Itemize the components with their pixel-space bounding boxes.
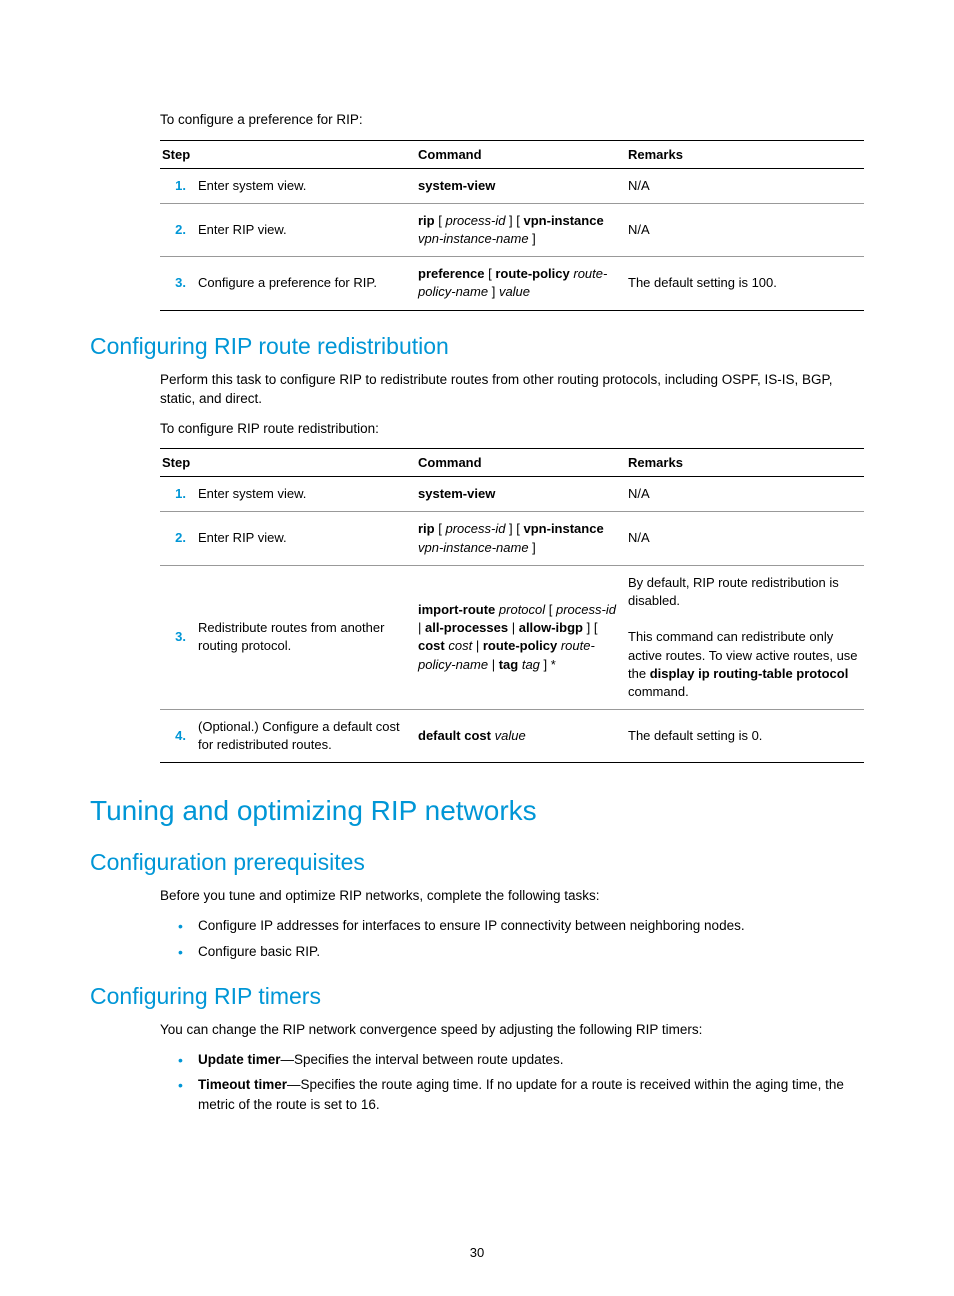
header-step: Step <box>160 140 416 168</box>
command-cell: rip [ process-id ] [ vpn-instance vpn-in… <box>416 203 626 256</box>
paragraph: You can change the RIP network convergen… <box>160 1020 864 1040</box>
header-command: Command <box>416 140 626 168</box>
step-number: 2. <box>160 203 196 256</box>
list-item: Timeout timer—Specifies the route aging … <box>178 1075 864 1114</box>
remarks-cell: N/A <box>626 477 864 512</box>
heading-prerequisites: Configuration prerequisites <box>90 849 864 876</box>
step-number: 4. <box>160 710 196 763</box>
step-description: Enter system view. <box>196 168 416 203</box>
table-row: 4.(Optional.) Configure a default cost f… <box>160 710 864 763</box>
prerequisites-list: Configure IP addresses for interfaces to… <box>160 916 864 961</box>
table-row: 1.Enter system view.system-viewN/A <box>160 168 864 203</box>
list-item: Configure IP addresses for interfaces to… <box>178 916 864 936</box>
header-remarks: Remarks <box>626 140 864 168</box>
remarks-cell: By default, RIP route redistribution is … <box>626 565 864 709</box>
header-step: Step <box>160 449 416 477</box>
heading-timers: Configuring RIP timers <box>90 983 864 1010</box>
step-number: 3. <box>160 257 196 310</box>
command-cell: system-view <box>416 477 626 512</box>
table-row: 3.Redistribute routes from another routi… <box>160 565 864 709</box>
header-command: Command <box>416 449 626 477</box>
heading-tuning: Tuning and optimizing RIP networks <box>90 795 864 827</box>
step-description: Configure a preference for RIP. <box>196 257 416 310</box>
table-header-row: Step Command Remarks <box>160 449 864 477</box>
table-row: 3.Configure a preference for RIP.prefere… <box>160 257 864 310</box>
table-header-row: Step Command Remarks <box>160 140 864 168</box>
table-row: 2.Enter RIP view.rip [ process-id ] [ vp… <box>160 512 864 565</box>
remarks-cell: The default setting is 100. <box>626 257 864 310</box>
step-description: Redistribute routes from another routing… <box>196 565 416 709</box>
step-description: (Optional.) Configure a default cost for… <box>196 710 416 763</box>
document-page: To configure a preference for RIP: Step … <box>0 0 954 1296</box>
command-cell: system-view <box>416 168 626 203</box>
command-cell: preference [ route-policy route-policy-n… <box>416 257 626 310</box>
step-description: Enter RIP view. <box>196 512 416 565</box>
step-number: 2. <box>160 512 196 565</box>
list-item: Update timer—Specifies the interval betw… <box>178 1050 864 1070</box>
remarks-cell: N/A <box>626 168 864 203</box>
step-description: Enter system view. <box>196 477 416 512</box>
step-number: 3. <box>160 565 196 709</box>
header-remarks: Remarks <box>626 449 864 477</box>
paragraph: Perform this task to configure RIP to re… <box>160 370 864 409</box>
page-number: 30 <box>0 1245 954 1260</box>
intro-paragraph: To configure a preference for RIP: <box>160 110 864 130</box>
command-cell: default cost value <box>416 710 626 763</box>
list-item: Configure basic RIP. <box>178 942 864 962</box>
heading-redistribution: Configuring RIP route redistribution <box>90 333 864 360</box>
command-cell: rip [ process-id ] [ vpn-instance vpn-in… <box>416 512 626 565</box>
remarks-cell: N/A <box>626 512 864 565</box>
preference-table: Step Command Remarks 1.Enter system view… <box>160 140 864 311</box>
redistribution-table: Step Command Remarks 1.Enter system view… <box>160 448 864 763</box>
remarks-cell: The default setting is 0. <box>626 710 864 763</box>
table-row: 2.Enter RIP view.rip [ process-id ] [ vp… <box>160 203 864 256</box>
command-cell: import-route protocol [ process-id | all… <box>416 565 626 709</box>
step-description: Enter RIP view. <box>196 203 416 256</box>
paragraph: Before you tune and optimize RIP network… <box>160 886 864 906</box>
step-number: 1. <box>160 168 196 203</box>
step-number: 1. <box>160 477 196 512</box>
paragraph: To configure RIP route redistribution: <box>160 419 864 439</box>
table-row: 1.Enter system view.system-viewN/A <box>160 477 864 512</box>
timers-list: Update timer—Specifies the interval betw… <box>160 1050 864 1115</box>
remarks-cell: N/A <box>626 203 864 256</box>
